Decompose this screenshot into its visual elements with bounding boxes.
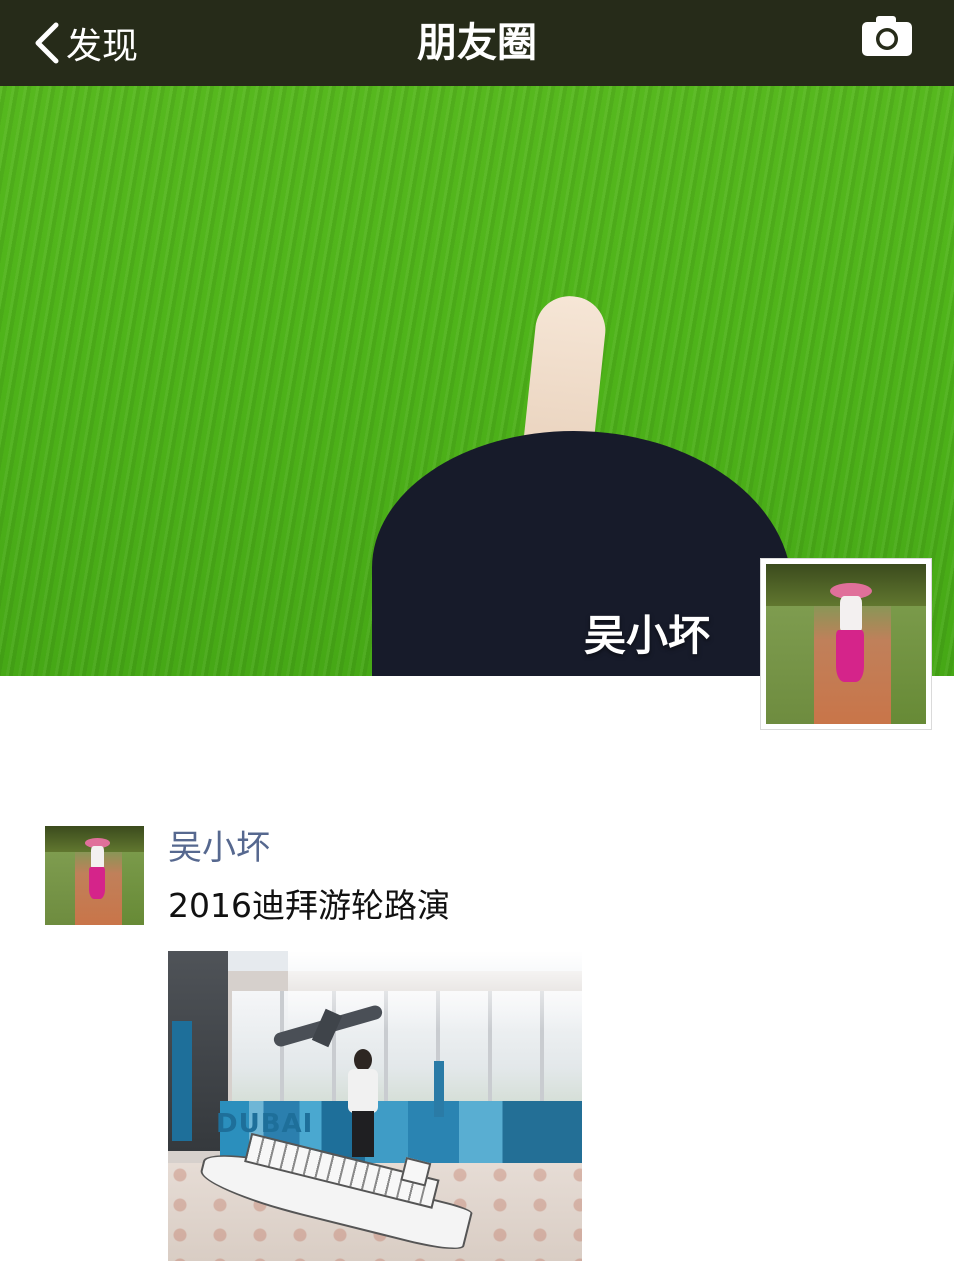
chevron-left-icon xyxy=(35,22,59,64)
camera-icon[interactable] xyxy=(860,14,914,58)
profile-avatar[interactable] xyxy=(760,558,932,730)
nav-bar: 发现 朋友圈 xyxy=(0,0,954,86)
avatar-image xyxy=(766,564,926,724)
post-author-name[interactable]: 吴小坏 xyxy=(168,826,270,870)
avatar-image xyxy=(45,826,144,925)
cover-skirt xyxy=(372,431,792,676)
post-image[interactable]: DUBAI xyxy=(168,951,582,1261)
page-title: 朋友圈 xyxy=(417,20,537,66)
back-button[interactable]: 发现 xyxy=(30,12,138,74)
post-author-avatar[interactable] xyxy=(45,826,144,925)
cover-user-name: 吴小坏 xyxy=(583,611,710,660)
back-label: 发现 xyxy=(66,26,139,67)
post-text: 2016迪拜游轮路演 xyxy=(168,886,450,925)
